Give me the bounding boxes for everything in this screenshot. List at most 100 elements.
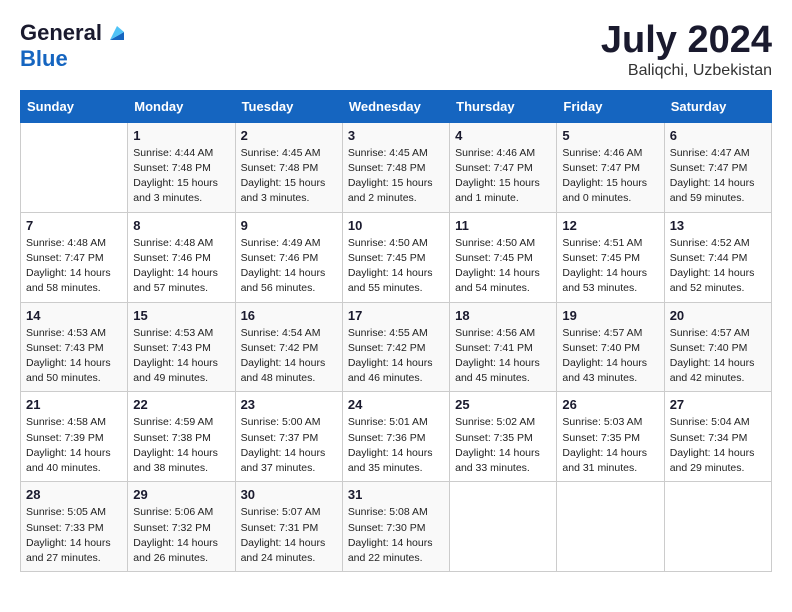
day-info: Sunrise: 4:51 AM Sunset: 7:45 PM Dayligh…: [562, 236, 658, 297]
day-info: Sunrise: 5:07 AM Sunset: 7:31 PM Dayligh…: [241, 505, 337, 566]
month-title: July 2024: [601, 20, 772, 62]
location: Baliqchi, Uzbekistan: [601, 62, 772, 80]
header-row: SundayMondayTuesdayWednesdayThursdayFrid…: [21, 90, 772, 122]
day-cell: 9Sunrise: 4:49 AM Sunset: 7:46 PM Daylig…: [235, 212, 342, 302]
day-cell: 28 Sunrise: 5:05 AM Sunset: 7:33 PM Dayli…: [21, 482, 128, 572]
day-cell: 27Sunrise: 5:04 AM Sunset: 7:34 PM Dayli…: [664, 392, 771, 482]
day-info: Sunrise: 4:57 AM Sunset: 7:40 PM Dayligh…: [562, 326, 658, 387]
day-cell: [557, 482, 664, 572]
logo-icon: [106, 22, 128, 44]
header-cell-saturday: Saturday: [664, 90, 771, 122]
day-number: 17: [348, 308, 444, 323]
day-number: 16: [241, 308, 337, 323]
day-number: 22: [133, 397, 229, 412]
calendar-table: SundayMondayTuesdayWednesdayThursdayFrid…: [20, 90, 772, 572]
day-number: 24: [348, 397, 444, 412]
day-info: Sunrise: 4:48 AM Sunset: 7:46 PM Dayligh…: [133, 236, 229, 297]
day-cell: 29 Sunrise: 5:06 AM Sunset: 7:32 PM Dayli…: [128, 482, 235, 572]
day-number: 23: [241, 397, 337, 412]
day-info: Sunrise: 5:00 AM Sunset: 7:37 PM Dayligh…: [241, 415, 337, 476]
day-number: 31: [348, 487, 444, 502]
day-info: Sunrise: 5:02 AM Sunset: 7:35 PM Dayligh…: [455, 415, 551, 476]
day-info: Sunrise: 5:03 AM Sunset: 7:35 PM Dayligh…: [562, 415, 658, 476]
day-info: Sunrise: 4:46 AM Sunset: 7:47 PM Dayligh…: [455, 146, 551, 207]
day-number: 8: [133, 218, 229, 233]
day-info: Sunrise: 5:05 AM Sunset: 7:33 PM Dayligh…: [26, 505, 122, 566]
day-number: 12: [562, 218, 658, 233]
day-info: Sunrise: 4:55 AM Sunset: 7:42 PM Dayligh…: [348, 326, 444, 387]
day-cell: 11Sunrise: 4:50 AM Sunset: 7:45 PM Dayli…: [450, 212, 557, 302]
day-cell: 21 Sunrise: 4:58 AM Sunset: 7:39 PM Dayli…: [21, 392, 128, 482]
title-block: July 2024 Baliqchi, Uzbekistan: [601, 20, 772, 80]
page-header: General Blue July 2024 Baliqchi, Uzbekis…: [20, 20, 772, 80]
week-row-3: 21 Sunrise: 4:58 AM Sunset: 7:39 PM Dayli…: [21, 392, 772, 482]
header-cell-friday: Friday: [557, 90, 664, 122]
day-number: 15: [133, 308, 229, 323]
day-number: 5: [562, 128, 658, 143]
day-number: 2: [241, 128, 337, 143]
day-number: 13: [670, 218, 766, 233]
day-info: Sunrise: 4:53 AM Sunset: 7:43 PM Dayligh…: [26, 326, 122, 387]
day-cell: 23 Sunrise: 5:00 AM Sunset: 7:37 PM Dayli…: [235, 392, 342, 482]
day-number: 30: [241, 487, 337, 502]
day-info: Sunrise: 4:59 AM Sunset: 7:38 PM Dayligh…: [133, 415, 229, 476]
day-cell: [450, 482, 557, 572]
day-cell: 3Sunrise: 4:45 AM Sunset: 7:48 PM Daylig…: [342, 122, 449, 212]
day-cell: 7Sunrise: 4:48 AM Sunset: 7:47 PM Daylig…: [21, 212, 128, 302]
day-number: 29: [133, 487, 229, 502]
day-cell: 25 Sunrise: 5:02 AM Sunset: 7:35 PM Dayli…: [450, 392, 557, 482]
day-info: Sunrise: 4:57 AM Sunset: 7:40 PM Dayligh…: [670, 326, 766, 387]
logo-general: General: [20, 20, 102, 46]
day-number: 10: [348, 218, 444, 233]
day-number: 20: [670, 308, 766, 323]
day-number: 21: [26, 397, 122, 412]
day-cell: 10 Sunrise: 4:50 AM Sunset: 7:45 PM Dayli…: [342, 212, 449, 302]
day-number: 25: [455, 397, 551, 412]
day-cell: 5 Sunrise: 4:46 AM Sunset: 7:47 PM Daylig…: [557, 122, 664, 212]
day-number: 19: [562, 308, 658, 323]
day-info: Sunrise: 4:50 AM Sunset: 7:45 PM Dayligh…: [348, 236, 444, 297]
header-cell-thursday: Thursday: [450, 90, 557, 122]
day-number: 3: [348, 128, 444, 143]
day-cell: 16Sunrise: 4:54 AM Sunset: 7:42 PM Dayli…: [235, 302, 342, 392]
day-cell: 6 Sunrise: 4:47 AM Sunset: 7:47 PM Daylig…: [664, 122, 771, 212]
day-cell: 24 Sunrise: 5:01 AM Sunset: 7:36 PM Dayli…: [342, 392, 449, 482]
day-cell: 12 Sunrise: 4:51 AM Sunset: 7:45 PM Dayli…: [557, 212, 664, 302]
day-cell: 14 Sunrise: 4:53 AM Sunset: 7:43 PM Dayli…: [21, 302, 128, 392]
day-cell: 30 Sunrise: 5:07 AM Sunset: 7:31 PM Dayli…: [235, 482, 342, 572]
logo-blue: Blue: [20, 46, 68, 71]
day-number: 18: [455, 308, 551, 323]
day-number: 4: [455, 128, 551, 143]
week-row-1: 7Sunrise: 4:48 AM Sunset: 7:47 PM Daylig…: [21, 212, 772, 302]
day-info: Sunrise: 5:01 AM Sunset: 7:36 PM Dayligh…: [348, 415, 444, 476]
day-info: Sunrise: 4:45 AM Sunset: 7:48 PM Dayligh…: [241, 146, 337, 207]
day-number: 28: [26, 487, 122, 502]
week-row-0: 1 Sunrise: 4:44 AM Sunset: 7:48 PM Daylig…: [21, 122, 772, 212]
day-info: Sunrise: 4:50 AM Sunset: 7:45 PM Dayligh…: [455, 236, 551, 297]
day-info: Sunrise: 4:48 AM Sunset: 7:47 PM Dayligh…: [26, 236, 122, 297]
day-cell: [664, 482, 771, 572]
day-number: 9: [241, 218, 337, 233]
logo: General Blue: [20, 20, 128, 72]
day-info: Sunrise: 4:56 AM Sunset: 7:41 PM Dayligh…: [455, 326, 551, 387]
day-cell: 8 Sunrise: 4:48 AM Sunset: 7:46 PM Daylig…: [128, 212, 235, 302]
day-info: Sunrise: 5:06 AM Sunset: 7:32 PM Dayligh…: [133, 505, 229, 566]
day-cell: 4 Sunrise: 4:46 AM Sunset: 7:47 PM Daylig…: [450, 122, 557, 212]
day-cell: 1 Sunrise: 4:44 AM Sunset: 7:48 PM Daylig…: [128, 122, 235, 212]
day-cell: 20 Sunrise: 4:57 AM Sunset: 7:40 PM Dayli…: [664, 302, 771, 392]
day-cell: 19 Sunrise: 4:57 AM Sunset: 7:40 PM Dayli…: [557, 302, 664, 392]
day-number: 14: [26, 308, 122, 323]
day-info: Sunrise: 4:46 AM Sunset: 7:47 PM Dayligh…: [562, 146, 658, 207]
day-cell: 18 Sunrise: 4:56 AM Sunset: 7:41 PM Dayli…: [450, 302, 557, 392]
day-info: Sunrise: 4:44 AM Sunset: 7:48 PM Dayligh…: [133, 146, 229, 207]
day-info: Sunrise: 4:58 AM Sunset: 7:39 PM Dayligh…: [26, 415, 122, 476]
day-cell: 17 Sunrise: 4:55 AM Sunset: 7:42 PM Dayli…: [342, 302, 449, 392]
week-row-4: 28 Sunrise: 5:05 AM Sunset: 7:33 PM Dayli…: [21, 482, 772, 572]
day-cell: [21, 122, 128, 212]
day-number: 6: [670, 128, 766, 143]
day-cell: 15 Sunrise: 4:53 AM Sunset: 7:43 PM Dayli…: [128, 302, 235, 392]
day-info: Sunrise: 4:53 AM Sunset: 7:43 PM Dayligh…: [133, 326, 229, 387]
day-info: Sunrise: 4:47 AM Sunset: 7:47 PM Dayligh…: [670, 146, 766, 207]
day-number: 1: [133, 128, 229, 143]
day-info: Sunrise: 5:04 AM Sunset: 7:34 PM Dayligh…: [670, 415, 766, 476]
